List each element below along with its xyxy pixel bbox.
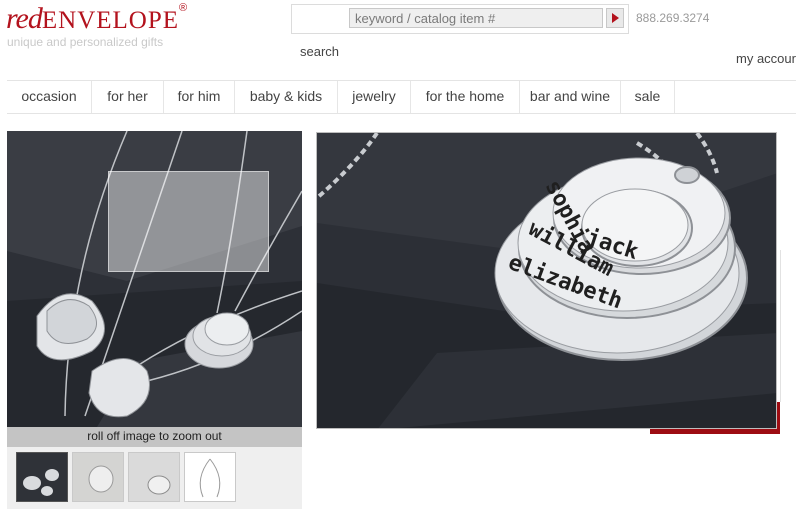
thumbnail-image <box>73 453 123 501</box>
tagline: unique and personalized gifts <box>7 35 164 49</box>
logo[interactable]: redENVELOPE® <box>6 2 246 36</box>
play-arrow-icon <box>612 13 619 23</box>
thumbnail-3[interactable] <box>128 452 180 502</box>
phone-number: 888.269.3274 <box>636 11 710 25</box>
thumbnail-image <box>185 453 235 501</box>
nav-item-jewelry[interactable]: jewelry <box>338 81 411 113</box>
nav-item-bar-and-wine[interactable]: bar and wine <box>520 81 621 113</box>
logo-red: red <box>6 2 43 35</box>
search-submit-button[interactable] <box>606 8 624 28</box>
search-box <box>291 4 629 34</box>
registered-mark: ® <box>179 2 188 14</box>
thumbnail-4[interactable] <box>184 452 236 502</box>
thumbnail-2[interactable] <box>72 452 124 502</box>
nav-item-baby-kids[interactable]: baby & kids <box>235 81 338 113</box>
thumbnail-image <box>129 453 179 501</box>
search-label[interactable]: search <box>300 44 339 59</box>
zoom-lens[interactable] <box>108 171 269 272</box>
thumbnail-1[interactable] <box>16 452 68 502</box>
thumbnail-image <box>17 453 67 501</box>
my-account-link[interactable]: my accour <box>736 51 796 66</box>
zoom-hint: roll off image to zoom out <box>7 427 302 447</box>
search-input[interactable] <box>349 8 603 28</box>
nav-item-sale[interactable]: sale <box>621 81 675 113</box>
logo-envelope: ENVELOPE <box>41 7 180 34</box>
nav-item-for-the-home[interactable]: for the home <box>411 81 520 113</box>
zoom-view: jack sophia william elizabeth <box>316 132 777 429</box>
nav-item-for-her[interactable]: for her <box>92 81 164 113</box>
nav-item-occasion[interactable]: occasion <box>7 81 92 113</box>
nav-item-for-him[interactable]: for him <box>164 81 235 113</box>
zoomed-necklace-photo: jack sophia william elizabeth <box>317 133 776 428</box>
divider <box>780 250 781 402</box>
main-nav: occasion for her for him baby & kids jew… <box>7 80 796 114</box>
